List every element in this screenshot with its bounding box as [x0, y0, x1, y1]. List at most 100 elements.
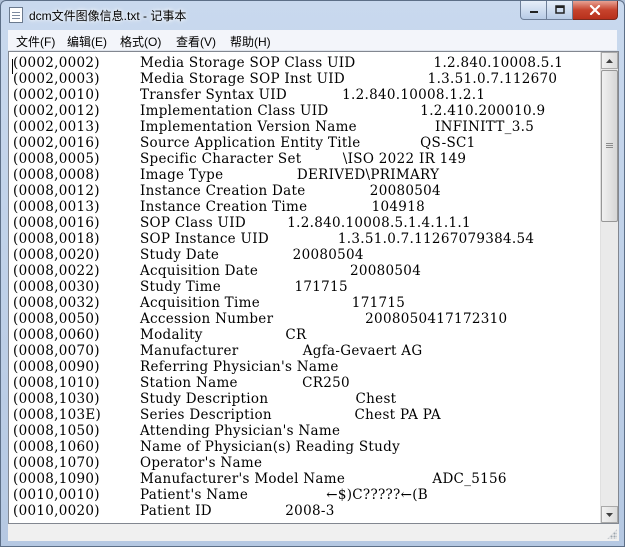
close-button[interactable]: [573, 1, 618, 20]
arrow-down-icon: [606, 512, 613, 517]
dicom-field: Image Type DERIVED\PRIMARY: [140, 167, 440, 183]
text-content[interactable]: (0002,0002) Media Storage SOP Class UID 1…: [12, 55, 600, 522]
scroll-thumb[interactable]: [601, 70, 618, 222]
dicom-field: Implementation Class UID 1.2.410.200010.…: [140, 103, 546, 119]
dicom-field: Media Storage SOP Inst UID 1.3.51.0.7.11…: [140, 71, 558, 87]
text-line: (0002,0012) Implementation Class UID 1.2.…: [12, 103, 600, 119]
minimize-icon: [529, 11, 538, 13]
text-line: (0008,0016) SOP Class UID 1.2.840.10008.5…: [12, 215, 600, 231]
dicom-tag: (0008,0016): [13, 215, 100, 231]
dicom-field: SOP Instance UID 1.3.51.0.7.11267079384.…: [140, 231, 535, 247]
dicom-tag: (0008,0005): [13, 151, 100, 167]
menu-edit[interactable]: 编辑(E): [67, 33, 107, 50]
scroll-up-button[interactable]: [601, 52, 618, 69]
maximize-button[interactable]: [547, 1, 573, 20]
text-line: (0010,0010) Patient's Name ←$)C?????←(B: [12, 487, 600, 503]
arrow-up-icon: [606, 58, 613, 63]
dicom-tag: (0002,0013): [13, 119, 100, 135]
dicom-field: Patient's Name ←$)C?????←(B: [140, 487, 428, 503]
text-line: (0002,0016) Source Application Entity Tit…: [12, 135, 600, 151]
dicom-tag: (0008,0090): [13, 359, 100, 375]
text-line: (0008,0090) Referring Physician's Name: [12, 359, 600, 375]
text-line: (0002,0010) Transfer Syntax UID 1.2.840.1…: [12, 87, 600, 103]
dicom-tag: (0008,1050): [13, 423, 100, 439]
dicom-field: Station Name CR250: [140, 375, 350, 391]
vertical-scrollbar[interactable]: [600, 52, 618, 523]
text-line: (0008,0030) Study Time 171715: [12, 279, 600, 295]
scroll-down-button[interactable]: [601, 506, 618, 523]
dicom-tag: (0008,0032): [13, 295, 100, 311]
dicom-field: Source Application Entity Title QS-SC1: [140, 135, 476, 151]
dicom-field: Instance Creation Time 104918: [140, 199, 425, 215]
dicom-field: Manufacturer Agfa-Gevaert AG: [140, 343, 423, 359]
notepad-icon[interactable]: [9, 7, 23, 23]
dicom-tag: (0008,1030): [13, 391, 100, 407]
dicom-field: SOP Class UID 1.2.840.10008.5.1.4.1.1.1: [140, 215, 471, 231]
text-line: (0008,1060) Name of Physician(s) Reading …: [12, 439, 600, 455]
dicom-field: Series Description Chest PA PA: [140, 407, 441, 423]
dicom-tag: (0002,0010): [13, 87, 100, 103]
text-line: (0008,0070) Manufacturer Agfa-Gevaert AG: [12, 343, 600, 359]
menu-file[interactable]: 文件(F): [16, 33, 55, 50]
dicom-tag: (0008,0022): [13, 263, 100, 279]
dicom-tag: (0008,103E): [13, 407, 102, 423]
text-line: (0002,0003) Media Storage SOP Inst UID 1.…: [12, 71, 600, 87]
dicom-field: Modality CR: [140, 327, 307, 343]
status-bar: [8, 524, 619, 541]
dicom-field: Patient ID 2008-3: [140, 503, 335, 519]
text-line: (0008,0013) Instance Creation Time 104918: [12, 199, 600, 215]
text-line: (0008,0060) Modality CR: [12, 327, 600, 343]
dicom-tag: (0002,0002): [13, 55, 100, 71]
dicom-field: Study Description Chest: [140, 391, 397, 407]
menu-view[interactable]: 查看(V): [176, 33, 216, 50]
dicom-field: Specific Character Set \ISO 2022 IR 149: [140, 151, 467, 167]
dicom-tag: (0002,0016): [13, 135, 100, 151]
minimize-button[interactable]: [520, 1, 547, 20]
dicom-tag: (0010,0020): [13, 503, 100, 519]
dicom-tag: (0008,1010): [13, 375, 100, 391]
text-line: (0008,1010) Station Name CR250: [12, 375, 600, 391]
dicom-tag: (0008,0030): [13, 279, 100, 295]
dicom-field: Study Date 20080504: [140, 247, 364, 263]
text-line: (0008,0012) Instance Creation Date 200805…: [12, 183, 600, 199]
dicom-field: Transfer Syntax UID 1.2.840.10008.1.2.1: [140, 87, 486, 103]
text-line: (0008,0008) Image Type DERIVED\PRIMARY: [12, 167, 600, 183]
dicom-tag: (0008,0020): [13, 247, 100, 263]
notepad-window: dcm文件图像信息.txt - 记事本 文件(F) 编辑(E) 格式(O) 查看…: [0, 0, 625, 547]
text-editor[interactable]: (0002,0002) Media Storage SOP Class UID 1…: [8, 51, 619, 524]
dicom-tag: (0008,0060): [13, 327, 100, 343]
dicom-field: Manufacturer's Model Name ADC_5156: [140, 471, 507, 487]
dicom-tag: (0002,0012): [13, 103, 100, 119]
dicom-tag: (0008,0070): [13, 343, 100, 359]
text-line: (0008,1090) Manufacturer's Model Name ADC…: [12, 471, 600, 487]
dicom-field: Accession Number 2008050417172310: [140, 311, 508, 327]
text-line: (0002,0013) Implementation Version Name I…: [12, 119, 600, 135]
dicom-tag: (0008,0018): [13, 231, 100, 247]
dicom-field: Acquisition Date 20080504: [140, 263, 422, 279]
text-line: (0008,1030) Study Description Chest: [12, 391, 600, 407]
text-line: (0008,0005) Specific Character Set \ISO 2…: [12, 151, 600, 167]
dicom-tag: (0008,1070): [13, 455, 100, 471]
dicom-tag: (0008,0008): [13, 167, 100, 183]
window-title: dcm文件图像信息.txt - 记事本: [29, 9, 187, 23]
text-line: (0008,0018) SOP Instance UID 1.3.51.0.7.1…: [12, 231, 600, 247]
resize-grip[interactable]: [607, 529, 617, 539]
menu-format[interactable]: 格式(O): [120, 33, 161, 50]
text-line: (0008,0022) Acquisition Date 20080504: [12, 263, 600, 279]
text-line: (0008,103E) Series Description Chest PA P…: [12, 407, 600, 423]
dicom-tag: (0008,1090): [13, 471, 100, 487]
text-line: (0008,0020) Study Date 20080504: [12, 247, 600, 263]
text-line: (0010,0020) Patient ID 2008-3: [12, 503, 600, 519]
dicom-field: Acquisition Time 171715: [140, 295, 406, 311]
dicom-field: Attending Physician's Name: [140, 423, 341, 439]
dicom-field: Media Storage SOP Class UID 1.2.840.1000…: [140, 55, 564, 71]
dicom-field: Implementation Version Name INFINITT_3.5: [140, 119, 535, 135]
menu-help[interactable]: 帮助(H): [230, 33, 271, 50]
dicom-tag: (0008,0012): [13, 183, 100, 199]
text-line: (0008,1050) Attending Physician's Name: [12, 423, 600, 439]
title-bar[interactable]: dcm文件图像信息.txt - 记事本: [1, 1, 624, 29]
close-icon: [589, 5, 601, 15]
text-line: (0008,0032) Acquisition Time 171715: [12, 295, 600, 311]
dicom-field: Instance Creation Date 20080504: [140, 183, 441, 199]
text-line: (0008,0050) Accession Number 200805041717…: [12, 311, 600, 327]
